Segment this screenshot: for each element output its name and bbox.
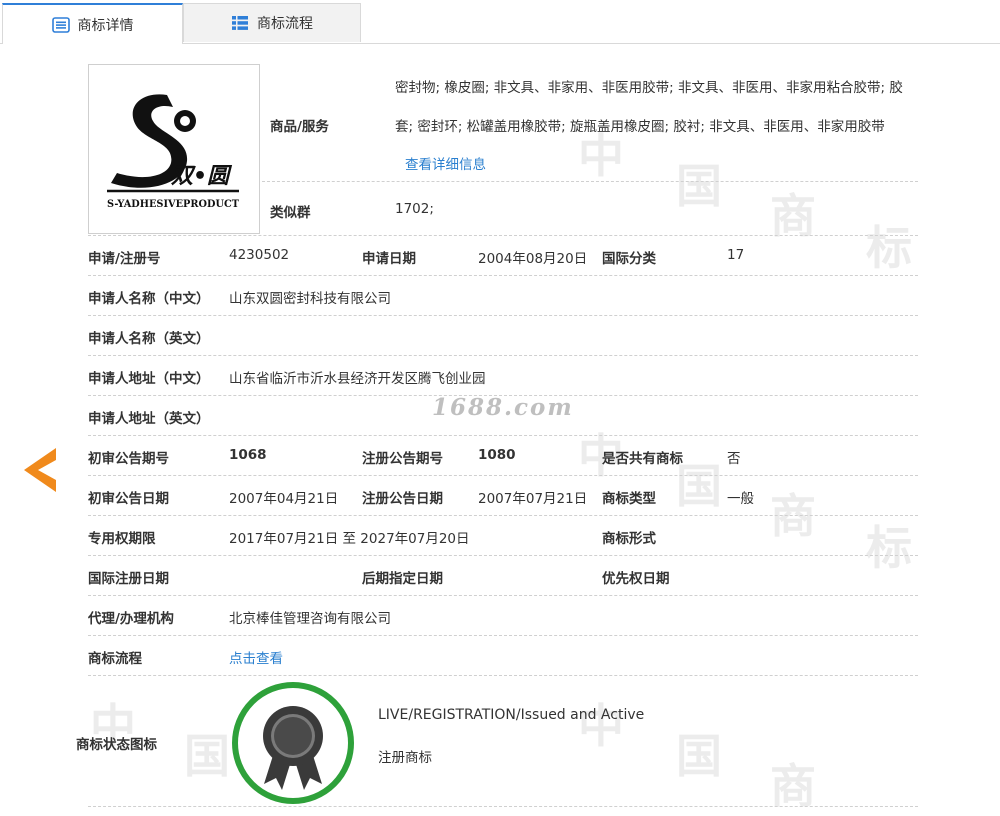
- shared-label: 是否共有商标: [602, 451, 683, 467]
- divider: [88, 635, 918, 636]
- similar-group-label: 类似群: [270, 205, 311, 221]
- watermark-char: 标: [866, 221, 912, 275]
- trademark-flow-label: 商标流程: [88, 651, 142, 667]
- applicant-en-label: 申请人名称（英文）: [88, 331, 210, 347]
- award-ribbon-icon: [263, 706, 323, 790]
- list-icon: [232, 16, 248, 30]
- tab-bar: 商标详情 商标流程: [0, 0, 1000, 44]
- tab-label: 商标详情: [77, 17, 134, 34]
- divider: [88, 806, 918, 807]
- logo-brand-cn: 双•圆: [170, 164, 233, 189]
- divider: [88, 235, 918, 236]
- logo-brand-en: S-YADHESIVEPRODUCT: [107, 198, 239, 210]
- similar-group-value: 1702;: [395, 201, 434, 217]
- divider: [88, 595, 918, 596]
- reg-notice-no-label: 注册公告期号: [362, 451, 443, 467]
- watermark-char: 标: [866, 521, 912, 575]
- apply-date-value: 2004年08月20日: [478, 251, 588, 267]
- divider: [88, 355, 918, 356]
- chevron-left-icon[interactable]: [24, 446, 56, 494]
- divider: [88, 395, 918, 396]
- trademark-image: 双•圆 S-YADHESIVEPRODUCT: [88, 64, 260, 234]
- prelim-no-label: 初审公告期号: [88, 451, 169, 467]
- address-cn-value: 山东省临沂市沂水县经济开发区腾飞创业园: [229, 371, 486, 387]
- address-cn-label: 申请人地址（中文）: [88, 371, 210, 387]
- priority-date-label: 优先权日期: [602, 571, 670, 587]
- reg-no-label: 申请/注册号: [88, 251, 161, 267]
- reg-no-value: 4230502: [229, 247, 290, 263]
- prelim-date-label: 初审公告日期: [88, 491, 169, 507]
- watermark-site: 1688.com: [432, 394, 574, 421]
- exclusive-period-value: 2017年07月21日 至 2027年07月20日: [229, 531, 470, 547]
- apply-date-label: 申请日期: [362, 251, 416, 267]
- list-detail-icon: [51, 16, 70, 33]
- exclusive-period-label: 专用权期限: [88, 531, 156, 547]
- later-date-label: 后期指定日期: [362, 571, 443, 587]
- tab-label: 商标流程: [257, 16, 313, 32]
- tab-trademark-detail[interactable]: 商标详情: [2, 3, 183, 44]
- status-cn: 注册商标: [378, 750, 432, 766]
- agent-label: 代理/办理机构: [88, 611, 174, 627]
- tm-type-value: 一般: [727, 491, 754, 507]
- reg-notice-date-label: 注册公告日期: [362, 491, 443, 507]
- intl-reg-date-label: 国际注册日期: [88, 571, 169, 587]
- view-details-link[interactable]: 查看详细信息: [405, 153, 486, 173]
- reg-notice-no-value: 1080: [478, 447, 516, 463]
- intl-class-value: 17: [727, 247, 745, 263]
- divider: [262, 181, 918, 182]
- intl-class-label: 国际分类: [602, 251, 656, 267]
- trademark-logo: 双•圆 S-YADHESIVEPRODUCT: [107, 94, 239, 210]
- watermark-char: 国: [184, 729, 230, 783]
- watermark-char: 国: [676, 159, 722, 213]
- address-en-label: 申请人地址（英文）: [88, 411, 210, 427]
- tab-trademark-flow[interactable]: 商标流程: [183, 3, 361, 42]
- watermark-char: 商: [770, 489, 816, 543]
- watermark-char: 国: [676, 729, 722, 783]
- status-icon-label: 商标状态图标: [76, 737, 157, 753]
- goods-services-line-1: 密封物; 橡皮圈; 非文具、非家用、非医用胶带; 非文具、非医用、非家用粘合胶带…: [395, 80, 903, 96]
- prelim-no-value: 1068: [229, 447, 267, 463]
- prelim-date-value: 2007年04月21日: [229, 491, 339, 507]
- shared-value: 否: [727, 451, 741, 467]
- goods-services-label: 商品/服务: [270, 119, 329, 135]
- status-en: LIVE/REGISTRATION/Issued and Active: [378, 707, 645, 723]
- tm-type-label: 商标类型: [602, 491, 656, 507]
- goods-services-line-2: 套; 密封环; 松罐盖用橡胶带; 旋瓶盖用橡皮圈; 胶衬; 非文具、非医用、非家…: [395, 119, 885, 135]
- divider: [88, 275, 918, 276]
- watermark-char: 中: [578, 699, 624, 753]
- divider: [88, 315, 918, 316]
- watermark-char: 商: [770, 189, 816, 243]
- divider: [88, 435, 918, 436]
- divider: [88, 675, 918, 676]
- divider: [88, 475, 918, 476]
- applicant-cn-value: 山东双圆密封科技有限公司: [229, 291, 391, 307]
- click-view-link[interactable]: 点击查看: [229, 647, 283, 667]
- status-badge: [232, 682, 354, 804]
- reg-notice-date-value: 2007年07月21日: [478, 491, 588, 507]
- divider: [88, 555, 918, 556]
- agent-value: 北京棒佳管理咨询有限公司: [229, 611, 391, 627]
- tm-form-label: 商标形式: [602, 531, 656, 547]
- divider: [88, 515, 918, 516]
- applicant-cn-label: 申请人名称（中文）: [88, 291, 210, 307]
